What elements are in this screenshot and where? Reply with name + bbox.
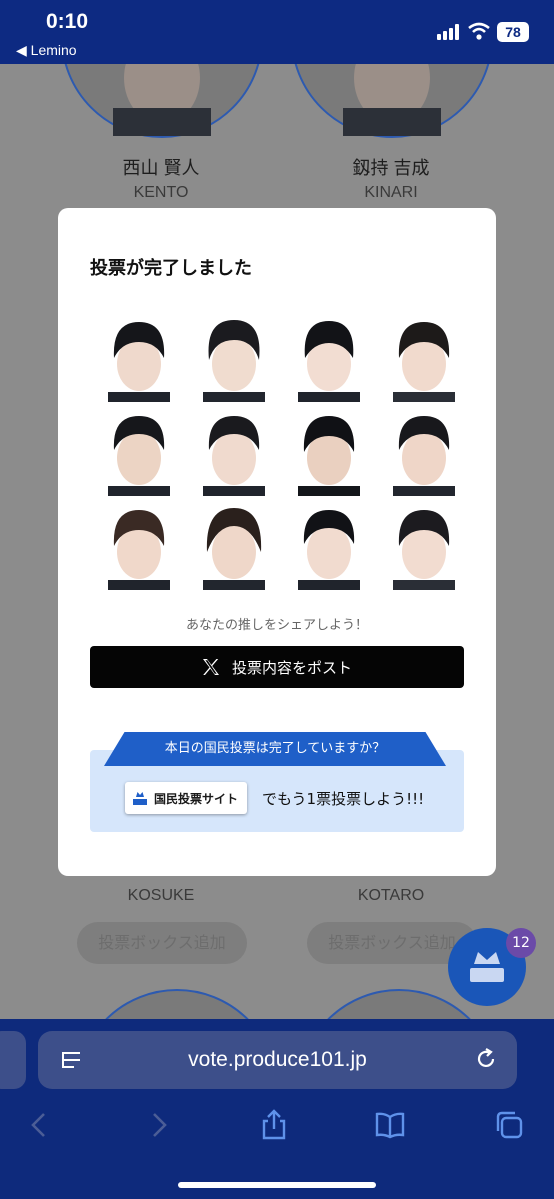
wifi-icon	[468, 22, 490, 40]
member-roman-name: KINARI	[364, 184, 418, 201]
url-text: vote.produce101.jp	[188, 1048, 367, 1071]
vote-count-badge: 12	[506, 928, 536, 958]
member-photo	[61, 64, 263, 148]
browser-toolbar: vote.produce101.jp	[0, 1019, 554, 1199]
national-vote-banner: 本日の国民投票は完了していますか？ 国民投票サイト でもう1票投票しよう!!!	[90, 732, 464, 832]
member-name: 西山 賢人	[122, 158, 200, 178]
modal-title: 投票が完了しました	[90, 258, 252, 279]
post-to-x-button[interactable]: 投票内容をポスト	[90, 646, 464, 688]
reload-icon[interactable]	[474, 1047, 498, 1071]
ballot-box-icon	[133, 792, 147, 805]
national-vote-site-button[interactable]: 国民投票サイト	[125, 782, 247, 814]
member-face-image	[298, 510, 360, 590]
member-face-image	[108, 510, 170, 590]
bookmarks-icon[interactable]	[374, 1109, 406, 1141]
banner-heading: 本日の国民投票は完了していますか？	[104, 732, 446, 766]
tabs-icon[interactable]	[493, 1109, 525, 1141]
back-arrow-icon[interactable]	[24, 1109, 56, 1141]
status-bar: 0:10 ◀ Lemino 78	[0, 0, 554, 64]
share-prompt: あなたの推しをシェアしよう！	[185, 618, 368, 633]
member-face-image	[108, 322, 170, 402]
member-photo	[291, 64, 493, 148]
site-button-label: 国民投票サイト	[154, 791, 239, 806]
member-face-image	[393, 510, 455, 590]
vote-complete-modal: 投票が完了しました あなたの推しをシェアしよう！ 投票内容をポスト 本日の国民投…	[58, 208, 496, 876]
back-to-app-link[interactable]: ◀ Lemino	[16, 42, 77, 59]
member-face-image	[298, 321, 360, 402]
member-roman-name: KOSUKE	[127, 887, 195, 904]
previous-tab-peek[interactable]	[0, 1031, 26, 1089]
member-face-image	[203, 416, 265, 496]
clock: 0:10	[46, 10, 89, 33]
home-indicator[interactable]	[178, 1182, 376, 1188]
vote-once-more-text: でもう1票投票しよう!!!	[262, 790, 425, 808]
cellular-signal-icon	[437, 24, 463, 40]
x-logo-icon	[202, 659, 219, 675]
member-photo	[76, 989, 278, 1019]
member-face-image	[393, 416, 455, 496]
member-face-image	[203, 320, 265, 402]
member-face-image	[393, 322, 455, 402]
add-vote-box-button[interactable]: 投票ボックス追加	[77, 922, 247, 964]
share-icon[interactable]	[258, 1109, 290, 1141]
member-name: 釼持 吉成	[352, 158, 430, 178]
member-face-image	[108, 416, 170, 496]
member-roman-name: KOTARO	[357, 887, 425, 904]
member-face-image	[203, 508, 265, 590]
member-face-image	[298, 416, 360, 496]
member-roman-name: KENTO	[133, 184, 189, 201]
post-button-label: 投票内容をポスト	[231, 658, 352, 677]
forward-arrow-icon[interactable]	[142, 1109, 174, 1141]
battery-indicator: 78	[497, 22, 529, 42]
address-bar[interactable]: vote.produce101.jp	[38, 1031, 517, 1089]
